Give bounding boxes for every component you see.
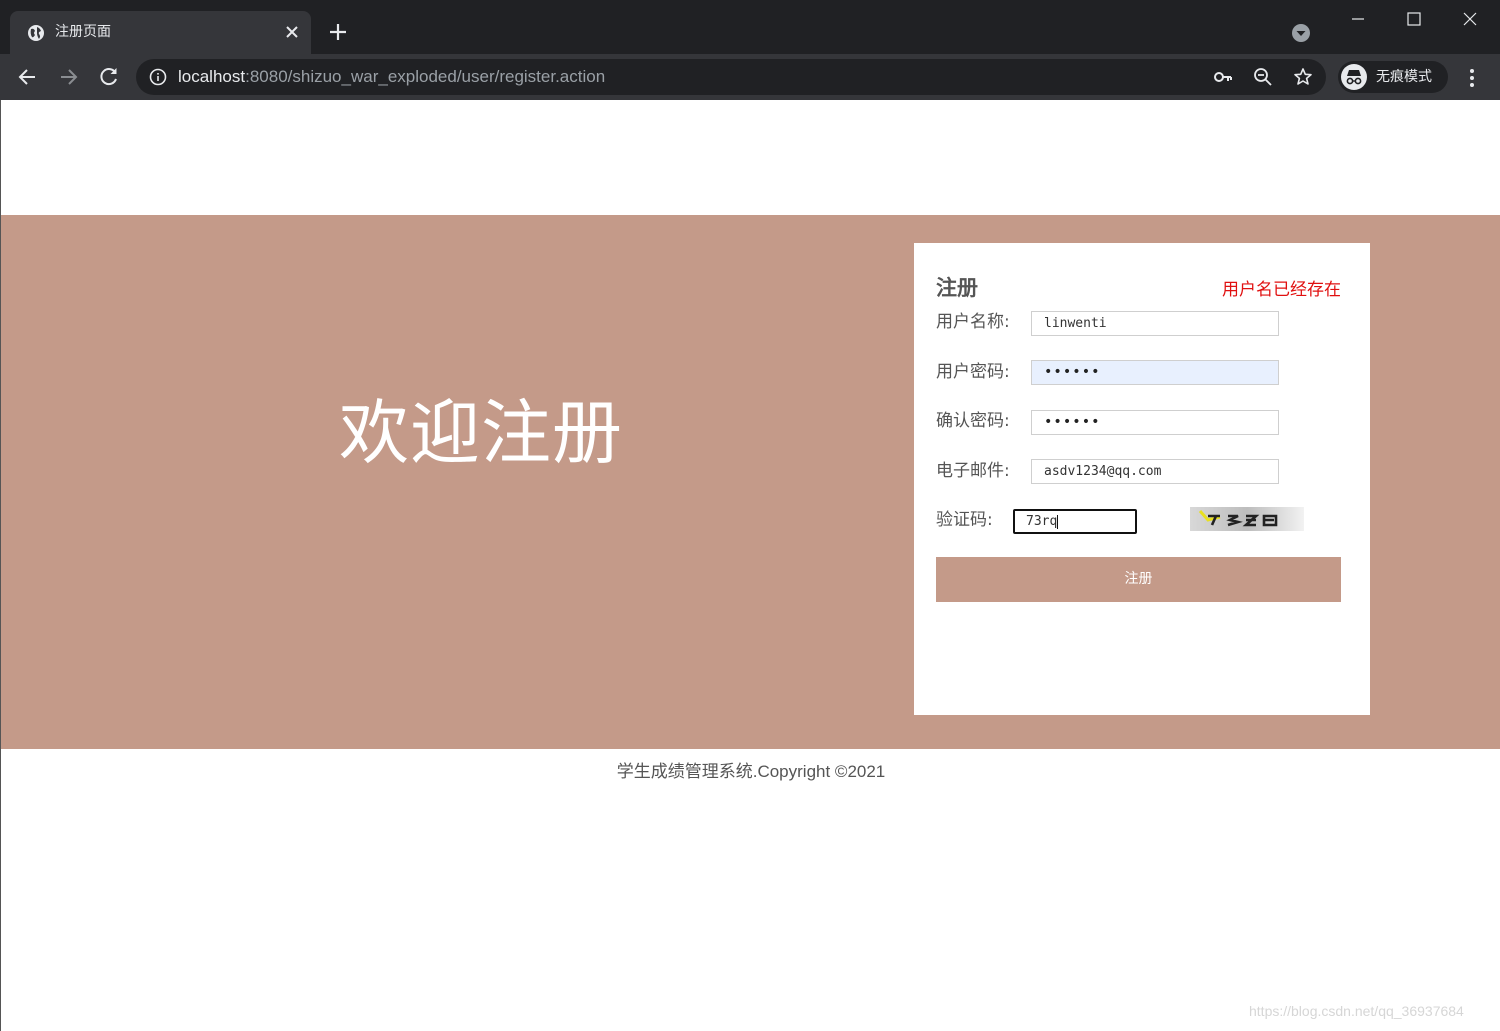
password-label: 用户密码: — [936, 362, 1010, 382]
browser-toolbar: localhost:8080/shizuo_war_exploded/user/… — [0, 54, 1500, 100]
zoom-out-icon[interactable] — [1253, 67, 1273, 87]
info-icon[interactable] — [149, 68, 167, 86]
tab-title: 注册页面 — [55, 24, 111, 40]
back-arrow-icon[interactable] — [15, 64, 41, 90]
new-tab-icon[interactable] — [326, 20, 350, 44]
email-input[interactable]: asdv1234@qq.com — [1031, 459, 1279, 484]
forward-arrow-icon[interactable] — [55, 64, 81, 90]
url-path: :8080/shizuo_war_exploded/user/register.… — [245, 67, 606, 86]
register-button[interactable]: 注册 — [936, 557, 1341, 602]
register-form: 注册 用户名已经存在 用户名称: linwenti 用户密码: •••••• 确… — [914, 243, 1370, 715]
captcha-value: 73rq — [1026, 514, 1058, 529]
username-input[interactable]: linwenti — [1031, 311, 1279, 336]
captcha-input[interactable]: 73rq — [1013, 509, 1137, 534]
tab-search-icon[interactable] — [1290, 22, 1312, 44]
incognito-label: 无痕模式 — [1376, 69, 1432, 85]
watermark: https://blog.csdn.net/qq_36937684 — [1249, 1003, 1464, 1019]
captcha-image[interactable] — [1190, 507, 1304, 531]
globe-icon — [28, 25, 44, 41]
footer-copyright: 学生成绩管理系统.Copyright ©2021 — [616, 762, 886, 781]
browser-tab-strip: 注册页面 — [0, 0, 1500, 54]
incognito-icon — [1341, 64, 1367, 90]
maximize-icon[interactable] — [1386, 0, 1442, 38]
password-input[interactable]: •••••• — [1031, 360, 1279, 385]
minimize-icon[interactable] — [1330, 0, 1386, 38]
url-host: localhost — [178, 67, 246, 86]
captcha-label: 验证码: — [936, 510, 993, 530]
bookmark-star-icon[interactable] — [1293, 67, 1313, 87]
confirm-password-label: 确认密码: — [936, 411, 1010, 431]
register-banner: 欢迎注册 注册 用户名已经存在 用户名称: linwenti 用户密码: •••… — [1, 215, 1500, 749]
reload-icon[interactable] — [96, 64, 122, 90]
username-label: 用户名称: — [936, 312, 1010, 332]
address-bar[interactable]: localhost:8080/shizuo_war_exploded/user/… — [136, 59, 1326, 95]
form-title: 注册 — [936, 276, 978, 300]
welcome-heading: 欢迎注册 — [339, 392, 623, 474]
browser-tab[interactable]: 注册页面 — [10, 11, 311, 54]
key-icon[interactable] — [1213, 67, 1233, 87]
confirm-password-input[interactable]: •••••• — [1031, 410, 1279, 435]
username-exists-error: 用户名已经存在 — [1222, 280, 1341, 300]
more-menu-icon[interactable] — [1460, 66, 1484, 90]
window-close-icon[interactable] — [1442, 0, 1498, 38]
email-label: 电子邮件: — [936, 461, 1010, 481]
close-icon[interactable] — [282, 22, 302, 42]
incognito-badge[interactable]: 无痕模式 — [1338, 61, 1448, 93]
page-viewport: 欢迎注册 注册 用户名已经存在 用户名称: linwenti 用户密码: •••… — [0, 100, 1500, 1031]
url-text[interactable]: localhost:8080/shizuo_war_exploded/user/… — [178, 67, 605, 87]
text-caret — [1057, 514, 1059, 529]
